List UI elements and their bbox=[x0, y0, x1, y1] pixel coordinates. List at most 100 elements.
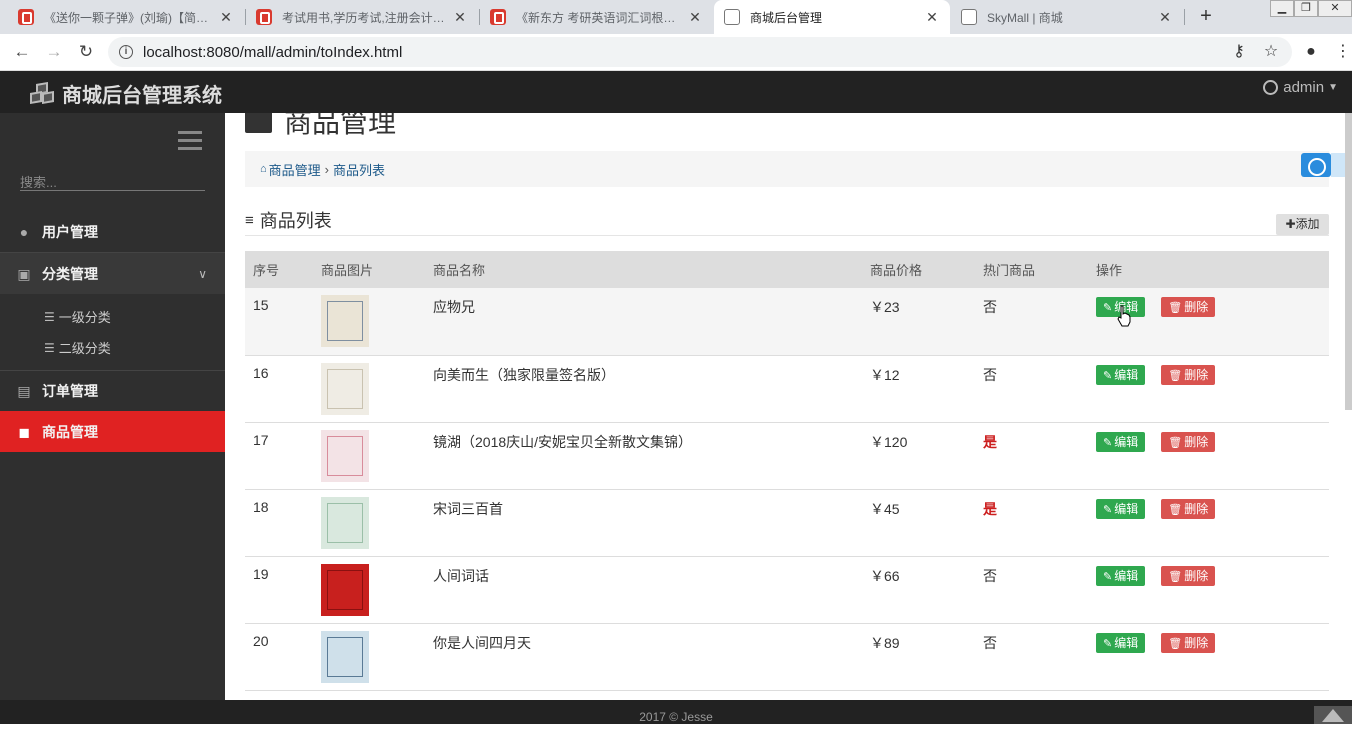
close-icon[interactable]: ✕ bbox=[452, 9, 468, 26]
brand-title: 商城后台管理系统 bbox=[62, 85, 222, 107]
browser-tab-active[interactable]: 商城后台管理 ✕ bbox=[714, 0, 950, 34]
trash-icon: 🗑 bbox=[1168, 503, 1183, 516]
sidebar-item-label: 订单管理 bbox=[42, 383, 98, 399]
delete-button[interactable]: 🗑 删除 bbox=[1161, 431, 1216, 452]
trash-icon: 🗑 bbox=[1168, 570, 1183, 583]
edit-icon: ✎ bbox=[1103, 369, 1113, 382]
admin-navbar: 商城后台管理系统 admin ▼ bbox=[0, 71, 1352, 113]
more-menu-icon[interactable]: ⋮ bbox=[1334, 43, 1352, 61]
close-icon[interactable]: ✕ bbox=[1157, 9, 1173, 26]
category-icon: ▣ bbox=[17, 265, 31, 282]
address-bar-row: ← → ↻ i localhost:8080/mall/admin/toInde… bbox=[0, 34, 1352, 71]
cell-image bbox=[313, 422, 425, 490]
trash-icon: 🗑 bbox=[1168, 302, 1183, 314]
product-thumbnail[interactable] bbox=[321, 295, 369, 347]
floating-widget-icon[interactable] bbox=[1301, 153, 1331, 177]
user-menu[interactable]: admin ▼ bbox=[1263, 79, 1338, 96]
cell-price: ￥120 bbox=[862, 422, 975, 490]
scroll-to-top-icon[interactable] bbox=[1314, 706, 1352, 724]
section-title: ≡ 商品列表 bbox=[245, 207, 332, 233]
new-tab-icon[interactable]: + bbox=[1196, 6, 1216, 26]
browser-tab[interactable]: 考试用书,学历考试,注册会计师,公 ✕ bbox=[246, 0, 478, 34]
cell-image bbox=[313, 288, 425, 356]
trash-icon: 🗑 bbox=[1168, 369, 1183, 382]
delete-button[interactable]: 🗑 删除 bbox=[1161, 297, 1216, 317]
trash-icon: 🗑 bbox=[1168, 436, 1183, 449]
sidebar-search-input[interactable]: 搜索... bbox=[20, 169, 205, 191]
page-favicon-icon bbox=[961, 9, 977, 25]
cell-actions: ✎ 编辑 🗑 删除 bbox=[1088, 489, 1329, 557]
product-thumbnail[interactable] bbox=[321, 630, 369, 683]
cell-id: 19 bbox=[245, 556, 313, 624]
profile-icon[interactable]: ● bbox=[1302, 43, 1320, 61]
delete-button[interactable]: 🗑 删除 bbox=[1161, 632, 1216, 653]
product-thumbnail[interactable] bbox=[321, 429, 369, 482]
cell-price: ￥23 bbox=[862, 288, 975, 356]
list-icon: ☰ bbox=[44, 309, 55, 324]
brand[interactable]: 商城后台管理系统 bbox=[28, 79, 222, 108]
browser-tab[interactable]: 《送你一颗子弹》(刘瑜)【简介_ ✕ bbox=[8, 0, 244, 34]
cell-id: 18 bbox=[245, 489, 313, 557]
cell-id: 15 bbox=[245, 288, 313, 356]
sidebar-subitem-level1[interactable]: ☰ 一级分类 bbox=[44, 307, 111, 326]
cell-id: 20 bbox=[245, 623, 313, 691]
close-icon[interactable]: ✕ bbox=[924, 9, 940, 26]
product-thumbnail[interactable] bbox=[321, 496, 369, 549]
shopping-bag-icon: ◼ bbox=[18, 423, 30, 440]
reload-icon[interactable]: ↻ bbox=[76, 42, 96, 62]
sidebar-item-categories[interactable]: ▣ 分类管理 ∨ bbox=[0, 253, 225, 294]
browser-tab[interactable]: 《新东方 考研英语词汇词根+联 ✕ bbox=[480, 0, 713, 34]
key-icon[interactable]: ⚷ bbox=[1230, 43, 1248, 61]
forward-icon[interactable]: → bbox=[44, 42, 64, 62]
edit-label: 编辑 bbox=[1114, 367, 1139, 382]
section-title-text: 商品列表 bbox=[259, 211, 332, 231]
column-header: 商品价格 bbox=[862, 251, 975, 288]
product-thumbnail[interactable] bbox=[321, 563, 369, 616]
minimize-icon[interactable]: ▁ bbox=[1270, 0, 1294, 17]
delete-button[interactable]: 🗑 删除 bbox=[1161, 364, 1216, 385]
breadcrumb-current-link[interactable]: 商品列表 bbox=[333, 160, 385, 179]
cell-name: 你是人间四月天 bbox=[425, 623, 862, 691]
back-icon[interactable]: ← bbox=[12, 42, 32, 62]
product-thumbnail[interactable] bbox=[321, 362, 369, 415]
close-icon[interactable]: ✕ bbox=[687, 9, 703, 26]
cell-hot: 否 bbox=[975, 556, 1088, 624]
url-text: localhost:8080/mall/admin/toIndex.html bbox=[143, 43, 403, 61]
url-field[interactable]: i localhost:8080/mall/admin/toIndex.html bbox=[108, 37, 1292, 67]
delete-button[interactable]: 🗑 删除 bbox=[1161, 498, 1216, 519]
bookstore-favicon-icon bbox=[490, 9, 506, 25]
window-close-icon[interactable]: ✕ bbox=[1318, 0, 1352, 17]
hamburger-menu-icon[interactable] bbox=[178, 131, 202, 151]
edit-label: 编辑 bbox=[1114, 434, 1139, 449]
sidebar-item-orders[interactable]: ▤ 订单管理 bbox=[0, 371, 225, 411]
scrollbar[interactable] bbox=[1345, 113, 1352, 410]
edit-icon: ✎ bbox=[1103, 570, 1113, 583]
home-icon: ⌂ bbox=[260, 163, 267, 175]
star-icon[interactable]: ☆ bbox=[1262, 43, 1280, 61]
cell-hot: 是 bbox=[975, 422, 1088, 490]
delete-button[interactable]: 🗑 删除 bbox=[1161, 565, 1216, 586]
add-product-button[interactable]: ✚添加 bbox=[1276, 214, 1329, 235]
edit-button[interactable]: ✎ 编辑 bbox=[1096, 632, 1146, 653]
cell-name: 应物兄 bbox=[425, 288, 862, 356]
edit-button[interactable]: ✎ 编辑 bbox=[1096, 498, 1146, 519]
breadcrumb-separator: › bbox=[324, 161, 330, 177]
edit-button[interactable]: ✎ 编辑 bbox=[1096, 364, 1146, 385]
cell-image bbox=[313, 623, 425, 691]
edit-button[interactable]: ✎ 编辑 bbox=[1096, 565, 1146, 586]
browser-tab[interactable]: SkyMall | 商城 ✕ bbox=[951, 0, 1183, 34]
site-info-icon[interactable]: i bbox=[119, 45, 133, 59]
close-icon[interactable]: ✕ bbox=[218, 9, 234, 26]
cell-price: ￥66 bbox=[862, 556, 975, 624]
cell-price: ￥89 bbox=[862, 623, 975, 691]
sidebar-subitem-level2[interactable]: ☰ 二级分类 bbox=[44, 338, 111, 357]
hand-cursor-icon bbox=[1117, 305, 1131, 327]
sidebar-item-products[interactable]: ◼ 商品管理 bbox=[0, 411, 225, 452]
page-title: 商品管理 bbox=[245, 113, 396, 141]
edit-button[interactable]: ✎ 编辑 bbox=[1096, 431, 1146, 452]
breadcrumb-home-link[interactable]: 商品管理 bbox=[269, 160, 321, 179]
shopping-bag-icon bbox=[245, 113, 272, 133]
restore-icon[interactable]: ❐ bbox=[1294, 0, 1318, 17]
user-circle-icon: ● bbox=[19, 223, 29, 240]
sidebar-item-users[interactable]: ● 用户管理 bbox=[0, 211, 225, 252]
